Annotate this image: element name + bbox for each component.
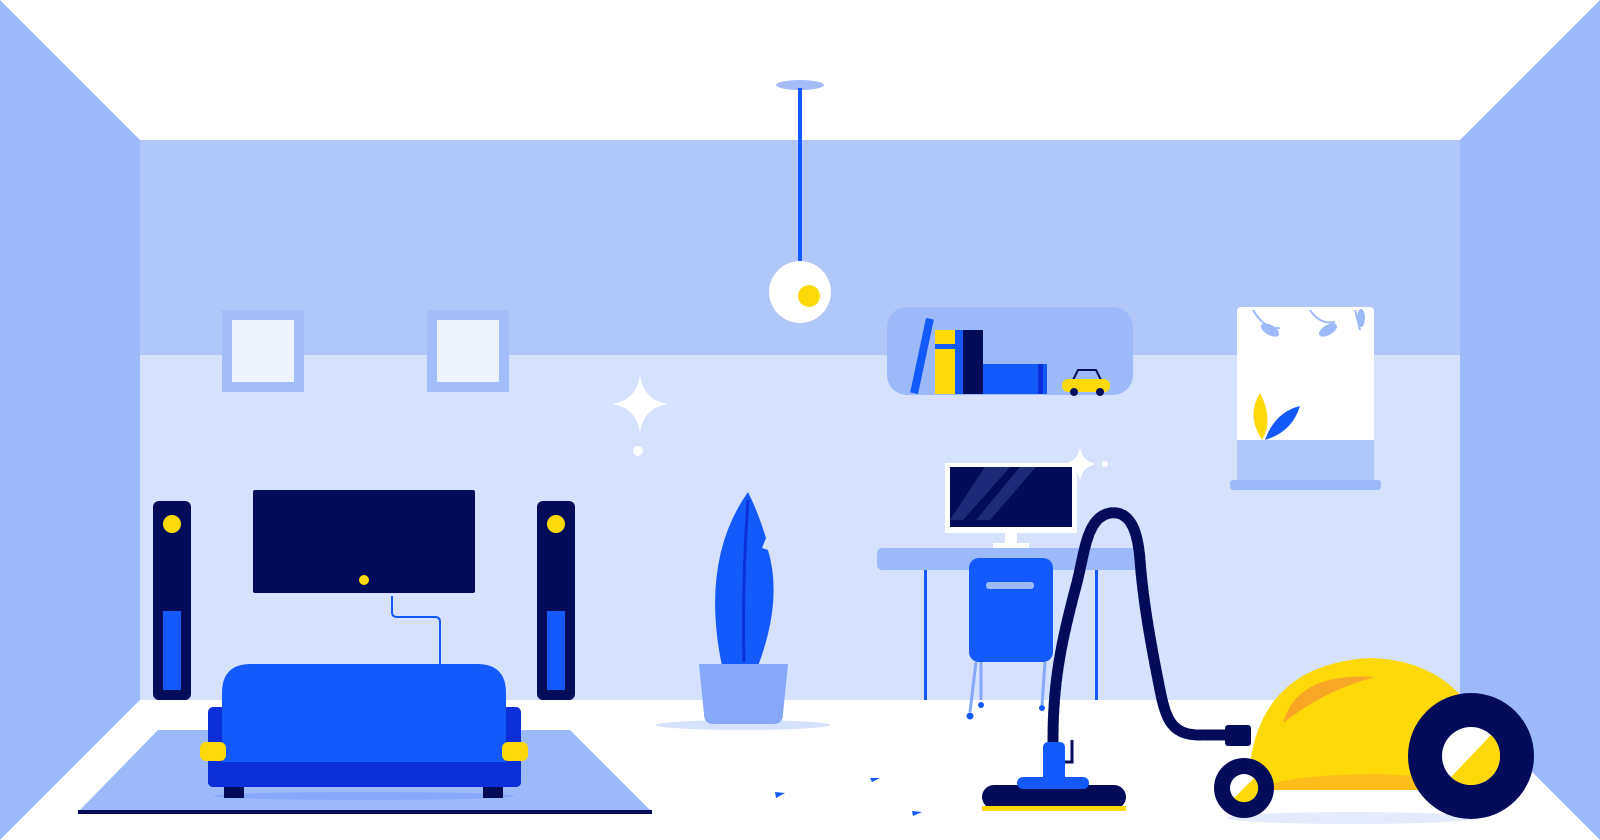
book-stack: [983, 364, 1047, 394]
window-sill-wall: [1237, 440, 1374, 480]
toy-car-wheel-right: [1096, 388, 1104, 396]
sparkle-dot: [633, 446, 643, 456]
vacuum-head-brush: [982, 806, 1126, 811]
book-stack-spine: [1038, 364, 1043, 394]
book-yellow: [935, 330, 955, 394]
plant-pot: [699, 664, 788, 724]
lamp-bulb: [798, 285, 820, 307]
sparkle-dot-small: [1102, 461, 1108, 467]
speaker-right-tweeter: [547, 515, 565, 533]
desk-leg-right: [1095, 570, 1098, 700]
tv-power-light: [359, 575, 369, 585]
window-ledge: [1230, 480, 1381, 490]
frame-right-art: [437, 320, 499, 382]
monitor-stand: [1005, 533, 1017, 543]
sofa-leg-right: [483, 787, 503, 798]
desk-leg-left: [924, 570, 927, 700]
sofa-leg-left: [224, 787, 244, 798]
chair-back: [969, 558, 1053, 662]
left-wall: [0, 0, 140, 840]
sofa-seat: [208, 762, 521, 787]
book-navy: [963, 330, 983, 394]
toy-car-wheel-left: [1070, 388, 1078, 396]
sofa-shadow: [214, 792, 514, 800]
book-yellow-band: [935, 344, 955, 349]
vacuum-head-neck: [1017, 777, 1089, 789]
book-blue: [955, 330, 963, 394]
chair-wheel-2: [978, 702, 984, 708]
vacuum-hose-nozzle: [1225, 725, 1251, 746]
sofa-cushion-left: [200, 742, 226, 761]
chair-wheel-3: [1039, 705, 1045, 711]
lamp-cord: [798, 88, 802, 264]
vacuum-shadow: [1227, 812, 1477, 824]
vine-leaf-3: [1357, 309, 1365, 327]
sofa-icon: [200, 664, 528, 800]
speaker-left-tweeter: [163, 515, 181, 533]
frame-left-art: [232, 320, 294, 382]
monitor-base: [993, 543, 1029, 548]
chair-handle: [986, 582, 1034, 589]
window-icon: [1230, 307, 1381, 490]
chair-wheel-1: [966, 712, 974, 720]
speaker-right-panel: [547, 611, 565, 690]
speaker-left-panel: [163, 611, 181, 690]
rug-edge: [78, 810, 652, 814]
sofa-backrest: [222, 664, 506, 770]
sofa-cushion-right: [502, 742, 528, 761]
room-illustration: [0, 0, 1600, 840]
